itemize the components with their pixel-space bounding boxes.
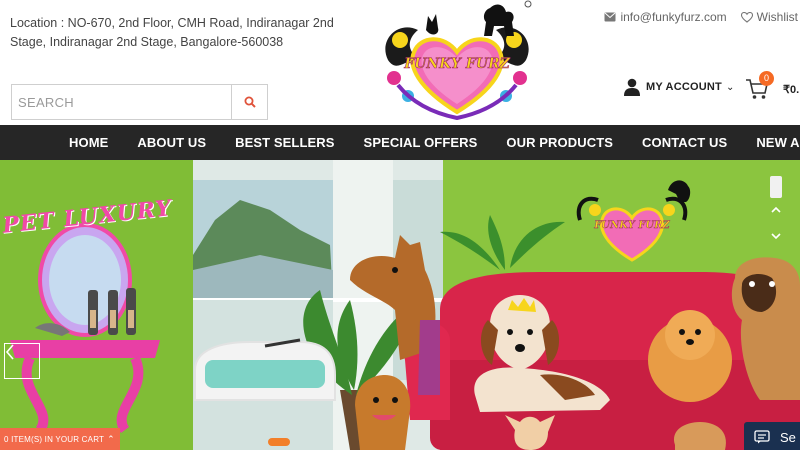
cart-count-badge: 0: [759, 71, 774, 86]
thumbnail-scroller[interactable]: [768, 172, 784, 242]
chevron-up-icon[interactable]: [771, 206, 781, 213]
nav-contact-us[interactable]: CONTACT US: [642, 135, 727, 150]
cart-amount: ₹0.: [783, 84, 800, 96]
page: Location : NO-670, 2nd Floor, CMH Road, …: [0, 0, 800, 450]
hero-banner[interactable]: FUNKY FURZ PET LUXURY: [0, 160, 800, 450]
chevron-down-icon[interactable]: [771, 233, 781, 240]
cart-summary-text: 0 ITEM(S) IN YOUR CART: [4, 434, 105, 444]
wishlist-link[interactable]: Wishlist: [757, 10, 798, 24]
store-location: Location : NO-670, 2nd Floor, CMH Road, …: [10, 16, 334, 49]
search-button[interactable]: [231, 85, 267, 119]
chat-icon: [754, 430, 770, 444]
chat-label: Se: [780, 429, 796, 445]
slider-prev-button[interactable]: [4, 343, 40, 379]
cart-button[interactable]: 0 ₹0.: [745, 71, 800, 102]
my-account-menu[interactable]: MY ACCOUNT ⌄: [624, 78, 735, 96]
heart-icon: [740, 11, 753, 23]
top-links: info@funkyfurz.com Wishlist: [604, 10, 798, 24]
cart-summary-bar[interactable]: 0 ITEM(S) IN YOUR CART ⌃: [0, 428, 120, 450]
chevron-left-icon: [5, 344, 14, 360]
search-input[interactable]: [12, 85, 231, 119]
chat-button[interactable]: Se: [744, 422, 800, 450]
logo-text: FUNKY FURZ: [403, 56, 510, 72]
my-account-label: MY ACCOUNT: [646, 81, 722, 93]
site-logo[interactable]: FUNKY FURZ: [378, 0, 536, 122]
chevron-up-icon: ⌃: [107, 433, 115, 444]
email-link[interactable]: info@funkyfurz.com: [620, 10, 726, 24]
nav-special-offers[interactable]: SPECIAL OFFERS: [364, 135, 478, 150]
chevron-down-icon: ⌄: [725, 81, 735, 93]
envelope-icon: [604, 12, 616, 22]
nav-best-sellers[interactable]: BEST SELLERS: [235, 135, 334, 150]
search-box: [11, 84, 268, 120]
scroller-thumb[interactable]: [770, 176, 782, 198]
user-icon: [624, 78, 640, 96]
search-icon: [244, 96, 256, 108]
nav-new-arrivals[interactable]: NEW ARRIVALS: [756, 135, 800, 150]
nav-about-us[interactable]: ABOUT US: [137, 135, 206, 150]
nav-our-products[interactable]: OUR PRODUCTS: [506, 135, 613, 150]
nav-home[interactable]: HOME: [69, 135, 108, 150]
main-nav: HOME ABOUT US BEST SELLERS SPECIAL OFFER…: [0, 125, 800, 160]
banner-logo-text: FUNKY FURZ: [593, 220, 670, 231]
